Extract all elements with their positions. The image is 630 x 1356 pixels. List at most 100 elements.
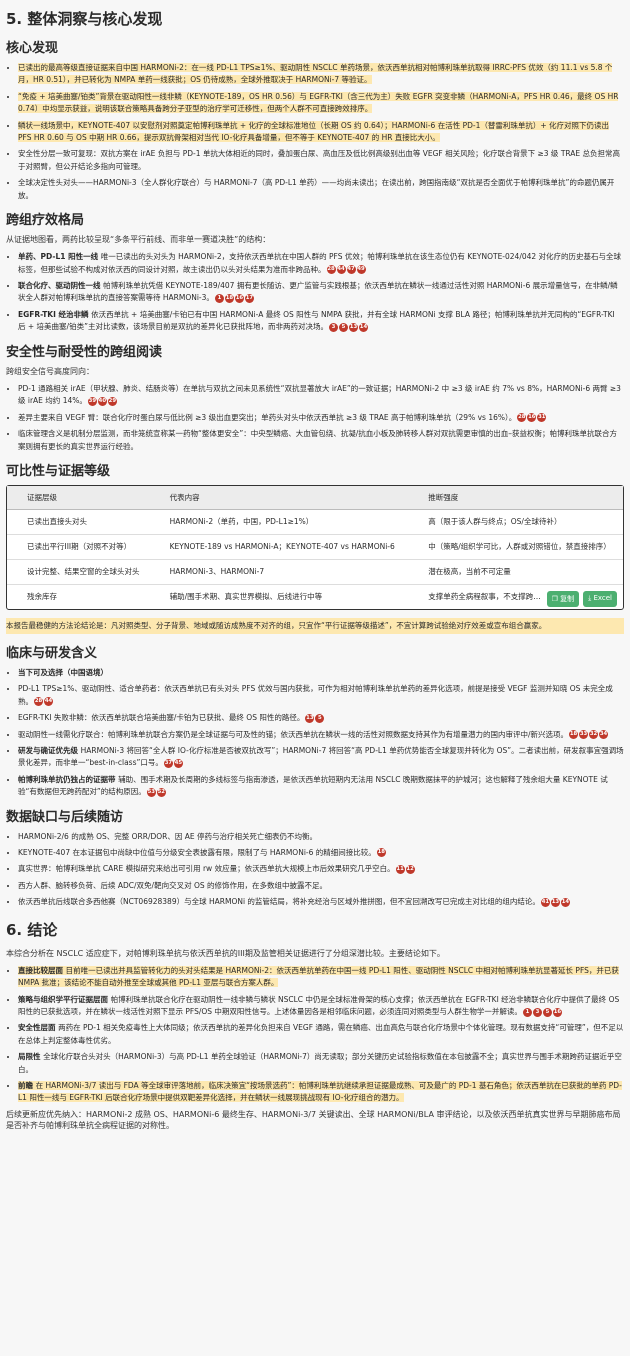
- citation-badge[interactable]: 5: [315, 713, 325, 723]
- citation-badge[interactable]: 1: [214, 293, 224, 303]
- item-head: 直接比较层面: [18, 965, 66, 975]
- cross-list: 单药、PD-L1 阳性一线 唯一已读出的头对头为 HARMONi-2，支持依沃西…: [6, 251, 624, 333]
- item-text-wrap: 研发与确证优先级 HARMONi-3 将回答“全人群 IO-化疗标准是否被双抗改…: [18, 746, 624, 767]
- list-item: KEYNOTE-407 在本证据包中尚缺中位值与分级安全表披露有限，限制了与 H…: [18, 847, 624, 859]
- item-text-wrap: 驱动阴性一线需化疗联合：帕博利珠单抗联合方案仍是全球证据与可及性的锚；依沃西单抗…: [18, 730, 568, 739]
- citation-badge[interactable]: 29: [107, 396, 117, 406]
- list-item: 依沃西单抗后线联合多西他赛（NCT06928389）与全球 HARMONi 的监…: [18, 896, 624, 908]
- table-header: 推断强度: [408, 485, 623, 510]
- citation-badge[interactable]: 39: [87, 396, 97, 406]
- citation-badge[interactable]: 34: [599, 730, 609, 740]
- item-text: 依沃西单抗后线联合多西他赛（NCT06928389）与全球 HARMONi 的监…: [18, 897, 540, 907]
- item-text: 驱动阴性一线需化疗联合：帕博利珠单抗联合方案仍是全球证据与可及性的锚；依沃西单抗…: [18, 729, 569, 739]
- list-item: 已读出的最高等级直接证据来自中国 HARMONi-2：在一线 PD-L1 TPS…: [18, 62, 624, 87]
- list-item: 研发与确证优先级 HARMONi-3 将回答“全人群 IO-化疗标准是否被双抗改…: [18, 745, 624, 770]
- item-text-wrap: 已读出的最高等级直接证据来自中国 HARMONi-2：在一线 PD-L1 TPS…: [18, 63, 613, 85]
- item-text-wrap: 差异主要来自 VEGF 臂：联合化疗时蛋白尿与低比例 ≥3 级出血更突出；单药头…: [18, 413, 516, 422]
- citation-badge[interactable]: 44: [44, 697, 53, 707]
- item-text-wrap: 前瞻 在 HARMONi-3/7 读出与 FDA 等全球审评落地前，临床决策宜“…: [18, 1081, 622, 1103]
- citation-badge[interactable]: 3: [328, 322, 338, 332]
- table-row: 残余库存 辅助/围手术期、真实世界模拟、后线进行中等 支撑单药全病程叙事，不支撑跨…: [7, 584, 623, 609]
- citation-badge[interactable]: 18: [376, 848, 386, 858]
- citation-badge[interactable]: 33: [579, 730, 589, 740]
- citation-badge[interactable]: 18: [569, 730, 579, 740]
- citation-badge[interactable]: 49: [356, 265, 366, 275]
- item-text-wrap: 鳞状一线场景中，KEYNOTE-407 以安慰剂对照奠定帕博利珠单抗 + 化疗的…: [18, 120, 610, 143]
- item-text: 差异主要来自 VEGF 臂：联合化疗时蛋白尿与低比例 ≥3 级出血更突出；单药头…: [18, 412, 517, 422]
- evidence-table-wrap: 证据层级 代表内容 推断强度 已读出直接头对头 HARMONi-2（单药，中国，PD-…: [6, 484, 624, 610]
- table-cell: 潜在极高，当前不可定量: [408, 559, 623, 585]
- item-text: KEYNOTE-407 在本证据包中尚缺中位值与分级安全表披露有限，限制了与 H…: [18, 847, 376, 857]
- citation-badge[interactable]: 1: [522, 1007, 532, 1017]
- table-cell: KEYNOTE-189 vs HARMONi-A；KEYNOTE-407 vs …: [149, 534, 409, 560]
- item-head: 单药、PD-L1 阳性一线: [18, 252, 101, 262]
- list-item: PD-L1 TPS≥1%、驱动阴性、适合单药者：依沃西单抗已有头对头 PFS 优…: [18, 683, 624, 708]
- citation-badge[interactable]: 14: [560, 897, 570, 907]
- citation-badge[interactable]: 47: [346, 265, 356, 275]
- citation-badge[interactable]: 12: [405, 864, 415, 874]
- citation-badge[interactable]: 40: [97, 396, 107, 406]
- concl-lead: 本综合分析在 NSCLC 适应症下，对帕博利珠单抗与依沃西单抗的III期及监管相…: [6, 948, 445, 958]
- item-text: 两药在 PD-1 相关免疫毒性上大体同级；依沃西单抗的差异化负担来自 VEGF …: [18, 1023, 624, 1045]
- table-cell: 辅助/围手术期、真实世界模拟、后线进行中等: [169, 591, 323, 601]
- citation-badge[interactable]: 5: [338, 322, 348, 332]
- item-text: 临床管理含义是机制分层监测，而非笼统宣称某一药物“整体更安全”：中央型鳞癌、大血…: [18, 429, 618, 451]
- citation-badge[interactable]: 52: [156, 787, 166, 797]
- citation-badge[interactable]: 37: [163, 758, 173, 768]
- citation-badge[interactable]: 45: [173, 758, 183, 768]
- citation-badge[interactable]: 16: [234, 293, 244, 303]
- table-cell: HARMONi-2（单药，中国，PD-L1≥1%）: [149, 509, 409, 535]
- citation-badge[interactable]: 3: [532, 1007, 542, 1017]
- item-text: 安全性分层一致可复现：双抗方案在 irAE 负担与 PD-1 单抗大体相近的同时…: [18, 149, 621, 171]
- citation-badge[interactable]: 11: [395, 864, 405, 874]
- item-text-wrap: 西方人群、脑转移负荷、后续 ADC/双免/靶向交叉对 OS 的修饰作用，在多数组…: [18, 881, 327, 890]
- list-item: “免疫 + 培美曲塞/铂类”背景在驱动阳性一线非鳞（KEYNOTE-189，OS…: [18, 91, 624, 116]
- list-item: 真实世界：帕博利珠单抗 CARE 模拟研究来给出可引用 rw 效应量；依沃西单抗…: [18, 863, 624, 875]
- table-row: 已读出直接头对头 HARMONi-2（单药，中国，PD-L1≥1%） 高（限于该人群…: [7, 509, 623, 535]
- item-text: HARMONi-3 将回答“全人群 IO-化疗标准是否被双抗改写”；HARMON…: [18, 745, 624, 768]
- citation-badge[interactable]: 28: [34, 697, 43, 707]
- item-text-wrap: 直接比较层面 目前唯一已读出并具监管转化力的头对头结果是 HARMONi-2：依…: [18, 965, 619, 988]
- list-item: 前瞻 在 HARMONi-3/7 读出与 FDA 等全球审评落地前，临床决策宜“…: [18, 1080, 624, 1105]
- item-text: 在 HARMONi-3/7 读出与 FDA 等全球审评落地前，临床决策宜“按场景…: [18, 1081, 622, 1103]
- concl-closing: 后续更新应优先纳入：HARMONi-2 成熟 OS、HARMONi-6 最终生存…: [6, 1109, 621, 1131]
- citation-badge[interactable]: 44: [336, 265, 346, 275]
- item-text: 帕博利珠单抗凭借 KEYNOTE-189/407 拥有更长随访、更广监管与实践根…: [18, 281, 618, 303]
- list-item: 帕博利珠单抗仍独占的证据带 辅助、围手术期及长周期的多线标签与指南渗透，是依沃西…: [18, 774, 624, 799]
- clinical-title: 临床与研发含义: [6, 645, 98, 661]
- citation-badge[interactable]: 16: [552, 1007, 562, 1017]
- gaps-list: HARMONi-2/6 的成熟 OS、完整 ORR/DOR、因 AE 停药与治疗…: [6, 831, 624, 909]
- citation-badge[interactable]: 28: [326, 265, 336, 275]
- citation-badge[interactable]: 18: [224, 293, 234, 303]
- citation-badge[interactable]: 14: [358, 322, 368, 332]
- citation-badge[interactable]: 13: [305, 713, 315, 723]
- citation-badge[interactable]: 5: [542, 1007, 552, 1017]
- table-cell: 已读出直接头对头: [7, 509, 150, 535]
- list-item: 单药、PD-L1 阳性一线 唯一已读出的头对头为 HARMONi-2，支持依沃西…: [18, 251, 624, 276]
- citation-badge[interactable]: 41: [540, 897, 550, 907]
- citation-badge[interactable]: 31: [537, 413, 547, 423]
- list-item: 直接比较层面 目前唯一已读出并具监管转化力的头对头结果是 HARMONi-2：依…: [18, 965, 624, 990]
- citation-badge[interactable]: 53: [146, 787, 156, 797]
- list-item: 驱动阴性一线需化疗联合：帕博利珠单抗联合方案仍是全球证据与可及性的锚；依沃西单抗…: [18, 729, 624, 741]
- citation-badge[interactable]: 13: [348, 322, 358, 332]
- safety-title: 安全性与耐受性的跨组阅读: [6, 344, 163, 360]
- item-text: 西方人群、脑转移负荷、后续 ADC/双免/靶向交叉对 OS 的修饰作用，在多数组…: [18, 880, 328, 890]
- item-text: 依沃西单抗 + 培美曲塞/卡铂已有中国 HARMONi-A 最终 OS 阳性与 …: [18, 309, 615, 332]
- excel-button[interactable]: ⤓ Excel: [583, 590, 617, 607]
- item-text-wrap: “免疫 + 培美曲塞/铂类”背景在驱动阳性一线非鳞（KEYNOTE-189，OS…: [18, 91, 619, 114]
- evidence-table: 证据层级 代表内容 推断强度 已读出直接头对头 HARMONi-2（单药，中国，PD-…: [7, 485, 623, 609]
- citation-badge[interactable]: 17: [244, 293, 254, 303]
- list-item: 临床管理含义是机制分层监测，而非笼统宣称某一药物“整体更安全”：中央型鳞癌、大血…: [18, 428, 624, 453]
- item-text-wrap: 安全性层面 两药在 PD-1 相关免疫毒性上大体同级；依沃西单抗的差异化负担来自…: [18, 1023, 623, 1044]
- citation-badge[interactable]: 13: [550, 897, 560, 907]
- citation-badge[interactable]: 28: [517, 413, 527, 423]
- table-cell: 已读出平行III期（对照不对等）: [7, 534, 150, 560]
- table-row: 已读出平行III期（对照不对等） KEYNOTE-189 vs HARMONi-A…: [7, 534, 623, 560]
- citation-badge[interactable]: 16: [527, 413, 537, 423]
- copy-button[interactable]: ❐ 复制: [546, 590, 580, 607]
- citation-badge[interactable]: 32: [589, 730, 599, 740]
- cross-lead: 从证据地图看，两药比较呈现“多条平行前线、而非单一赛道决胜”的结构：: [6, 235, 271, 245]
- item-head: 帕博利珠单抗仍独占的证据带: [18, 774, 119, 784]
- item-text-wrap: EGFR-TKI 失败非鳞：依沃西单抗联合培美曲塞/卡铂为已获批、最终 OS 阳…: [18, 713, 304, 722]
